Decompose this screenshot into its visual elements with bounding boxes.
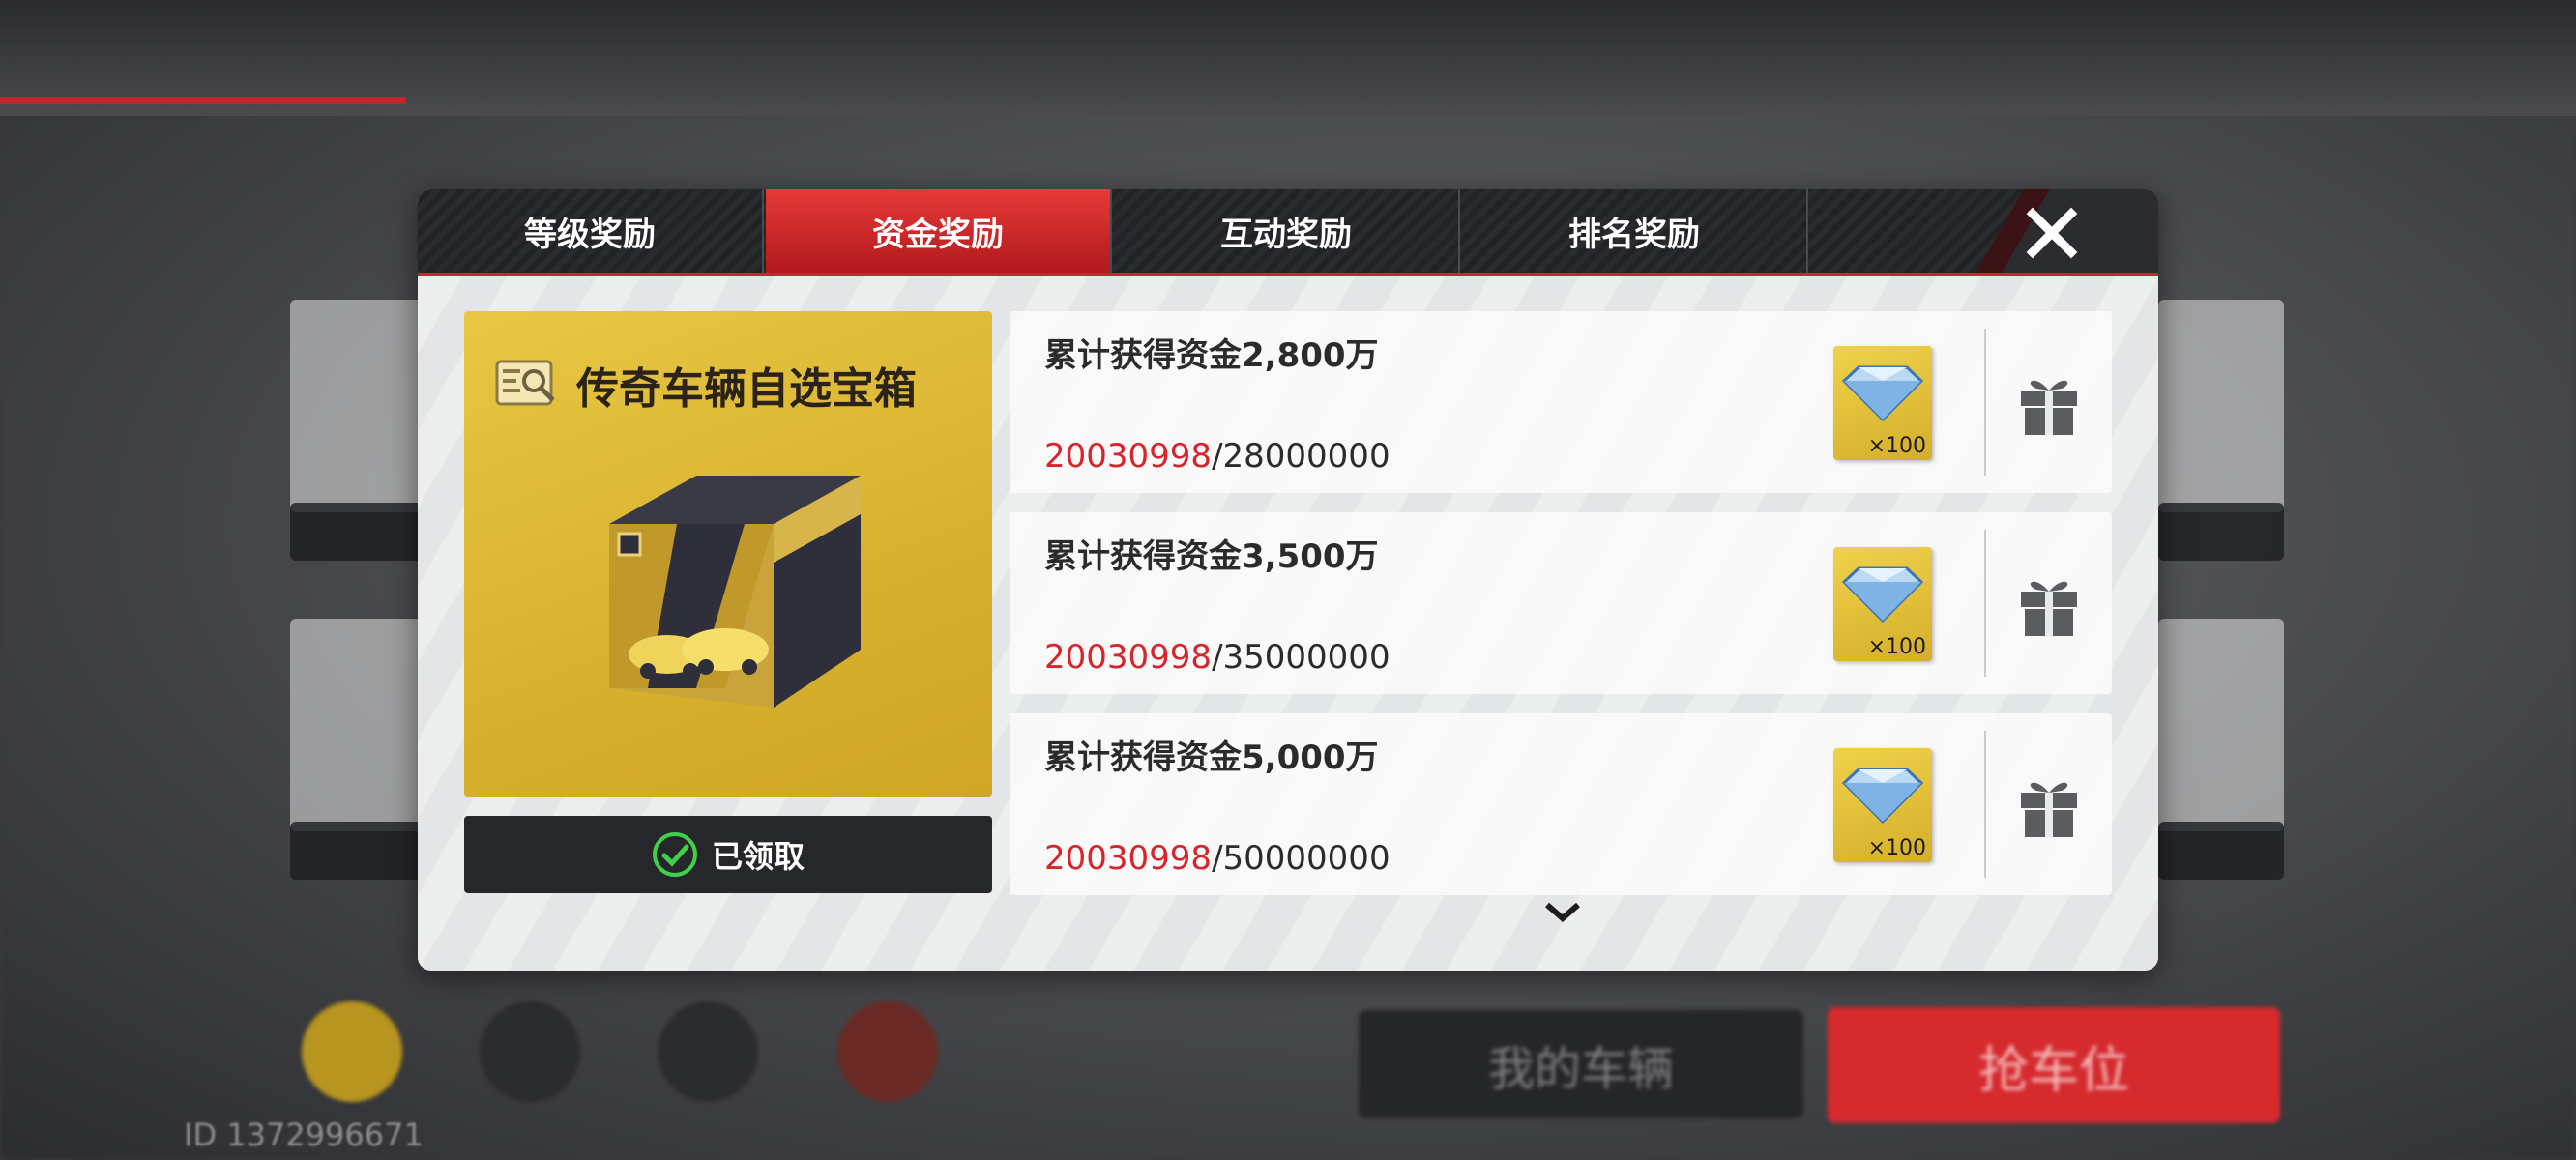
divider [1984,530,1986,677]
background-my-cars-button: 我的车辆 [1359,1010,1803,1118]
chevron-down-icon[interactable] [1541,897,1584,926]
progress-current: 20030998 [1044,638,1213,677]
close-icon [2026,207,2078,259]
list-item: 累计获得资金3,500万 20030998/35000000 ×100 [1010,512,2112,694]
background-menu-circle-4 [837,1001,938,1102]
background-shelf-left [290,300,425,512]
legendary-car-chest-icon [609,476,861,708]
player-id: ID 1372996671 [184,1116,424,1153]
background-shelf-base-right [2158,503,2284,561]
reward-item[interactable]: ×100 [1833,346,1932,460]
background-menu-circle-1 [302,1001,402,1102]
divider [1984,731,1986,878]
tab-bar: 等级奖励 资金奖励 互动奖励 排名奖励 [418,189,2158,276]
background-menu-circle-3 [658,1001,758,1102]
magnifier-box-icon [495,360,555,406]
milestone-title: 累计获得资金3,500万 [1044,537,1379,576]
reward-item[interactable]: ×100 [1833,547,1932,661]
diamond-icon [1841,365,1924,421]
claimed-status: 已领取 [464,816,992,893]
background-shelf-base-right-2 [2158,822,2284,880]
featured-reward-title: 传奇车辆自选宝箱 [576,364,917,414]
background-menu-circle-2 [480,1001,580,1102]
milestone-title: 累计获得资金5,000万 [1044,739,1379,777]
divider [1984,329,1986,476]
claimed-label: 已领取 [711,838,805,875]
progress-current: 20030998 [1044,839,1213,878]
milestone-progress: 20030998/28000000 [1044,437,1390,476]
reward-dialog: 等级奖励 资金奖励 互动奖励 排名奖励 传奇车辆自选宝箱 已领取 累计获得资金2… [418,189,2158,971]
diamond-icon [1841,768,1924,824]
list-item: 累计获得资金2,800万 20030998/28000000 ×100 [1010,311,2112,493]
background-shelf-left-2 [290,619,425,831]
gift-icon[interactable] [2015,369,2083,437]
background-shelf-right [2158,300,2284,512]
diamond-icon [1841,566,1924,623]
dialog-content: 传奇车辆自选宝箱 已领取 累计获得资金2,800万 20030998/28000… [418,276,2158,971]
tab-interaction-reward[interactable]: 互动奖励 [1114,189,1460,273]
background-garage-button: 抢车位 [1828,1007,2280,1123]
reward-quantity: ×100 [1867,836,1926,860]
gift-icon[interactable] [2015,570,2083,638]
gift-icon[interactable] [2015,771,2083,839]
background-shelf-base-left-2 [290,822,425,880]
reward-quantity: ×100 [1867,635,1926,659]
milestone-progress: 20030998/50000000 [1044,839,1390,878]
close-button[interactable] [2018,199,2086,267]
background-shelf-right-2 [2158,619,2284,831]
list-item: 累计获得资金5,000万 20030998/50000000 ×100 [1010,713,2112,895]
tab-level-reward[interactable]: 等级奖励 [418,189,764,273]
progress-target: /35000000 [1212,638,1390,677]
tab-funds-reward[interactable]: 资金奖励 [766,189,1112,273]
progress-target: /50000000 [1212,839,1390,878]
progress-target: /28000000 [1212,437,1390,476]
milestone-progress: 20030998/35000000 [1044,638,1390,677]
background-top-bar [0,0,2576,116]
tab-ranking-reward[interactable]: 排名奖励 [1462,189,1808,273]
featured-reward-card: 传奇车辆自选宝箱 [464,311,992,797]
milestone-title: 累计获得资金2,800万 [1044,336,1379,375]
progress-current: 20030998 [1044,437,1213,476]
reward-item[interactable]: ×100 [1833,748,1932,862]
reward-quantity: ×100 [1867,434,1926,458]
check-circle-icon [652,832,697,877]
background-shelf-base-left [290,503,425,561]
